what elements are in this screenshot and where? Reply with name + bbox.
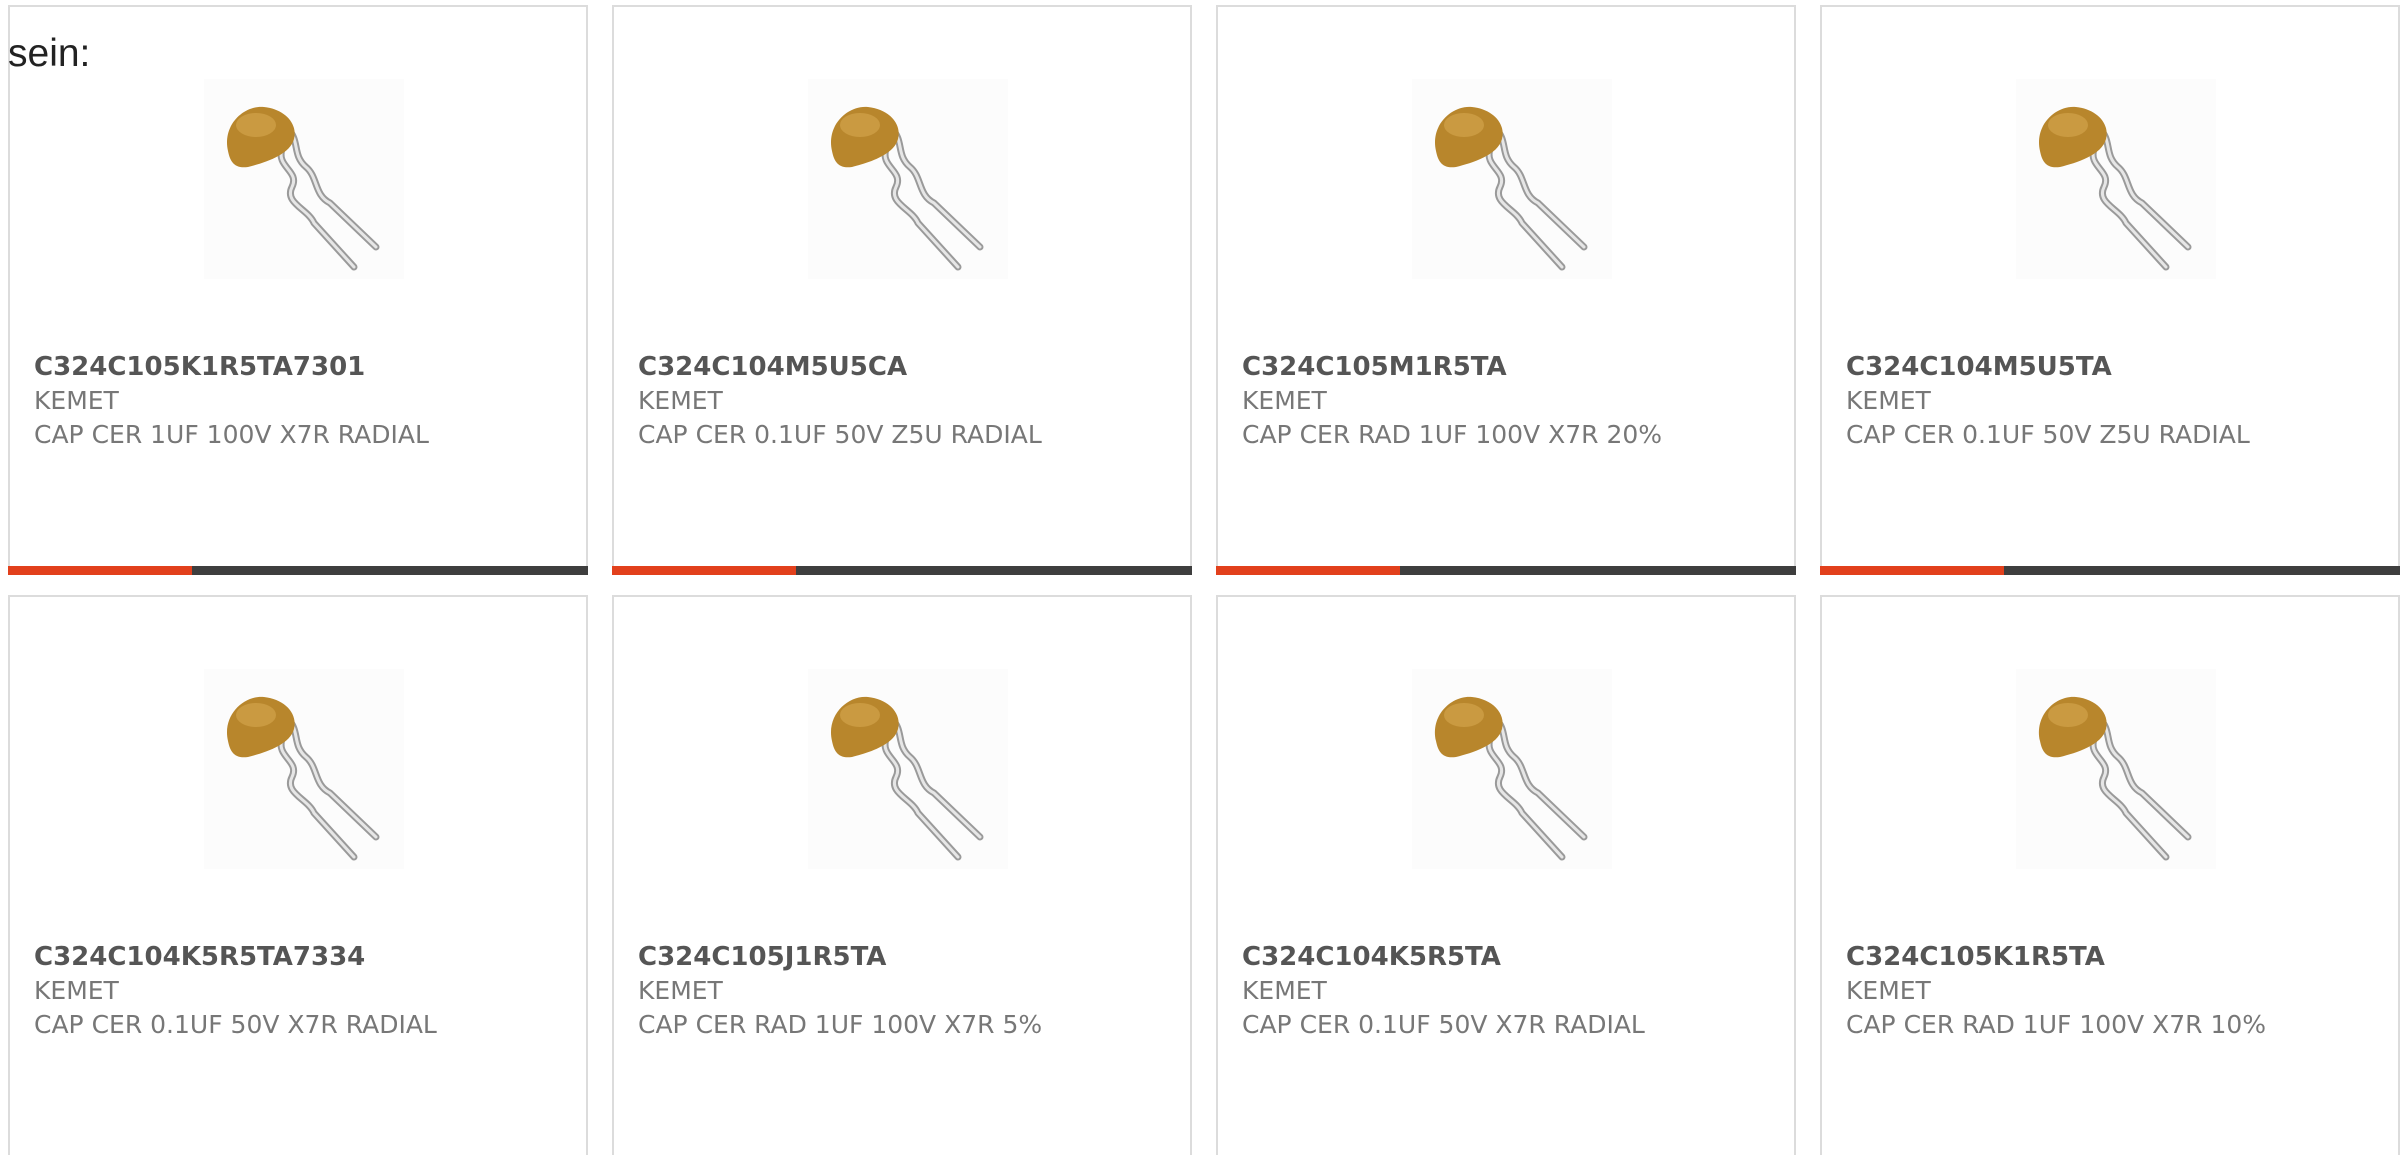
manufacturer: KEMET xyxy=(1846,976,1931,1005)
card-accent xyxy=(612,566,796,575)
product-description: CAP CER RAD 1UF 100V X7R 5% xyxy=(638,1010,1043,1039)
manufacturer: KEMET xyxy=(1242,386,1327,415)
part-number-link[interactable]: C324C104K5R5TA xyxy=(1242,940,1784,974)
capacitor-image[interactable] xyxy=(1412,79,1612,279)
radial-ceramic-capacitor-icon xyxy=(226,106,380,271)
part-number-link[interactable]: C324C105K1R5TA7301 xyxy=(34,350,576,384)
product-description: CAP CER 0.1UF 50V X7R RADIAL xyxy=(1242,1010,1645,1039)
manufacturer: KEMET xyxy=(34,976,119,1005)
product-card[interactable]: C324C104M5U5TA KEMET CAP CER 0.1UF 50V Z… xyxy=(1820,5,2400,575)
product-description: CAP CER RAD 1UF 100V X7R 20% xyxy=(1242,420,1663,449)
part-number-link[interactable]: C324C105M1R5TA xyxy=(1242,350,1784,384)
manufacturer: KEMET xyxy=(1846,386,1931,415)
product-description: CAP CER 0.1UF 50V Z5U RADIAL xyxy=(1846,420,2250,449)
card-bottom-bar xyxy=(612,566,1192,575)
product-card[interactable]: C324C105J1R5TA KEMET CAP CER RAD 1UF 100… xyxy=(612,595,1192,1155)
card-bottom-bar xyxy=(1820,566,2400,575)
part-number-link[interactable]: C324C105K1R5TA xyxy=(1846,940,2388,974)
part-number-link[interactable]: C324C104K5R5TA7334 xyxy=(34,940,576,974)
radial-ceramic-capacitor-icon xyxy=(226,696,380,861)
card-bottom-bar xyxy=(1216,566,1796,575)
card-bottom-bar xyxy=(8,566,588,575)
radial-ceramic-capacitor-icon xyxy=(1434,106,1588,271)
product-card[interactable]: C324C104M5U5CA KEMET CAP CER 0.1UF 50V Z… xyxy=(612,5,1192,575)
product-description: CAP CER 0.1UF 50V Z5U RADIAL xyxy=(638,420,1042,449)
part-number-link[interactable]: C324C105J1R5TA xyxy=(638,940,1180,974)
manufacturer: KEMET xyxy=(638,976,723,1005)
radial-ceramic-capacitor-icon xyxy=(830,696,984,861)
product-description: CAP CER 1UF 100V X7R RADIAL xyxy=(34,420,429,449)
card-accent xyxy=(1820,566,2004,575)
product-description: CAP CER RAD 1UF 100V X7R 10% xyxy=(1846,1010,2267,1039)
part-number-link[interactable]: C324C104M5U5CA xyxy=(638,350,1180,384)
product-card[interactable]: C324C104K5R5TA7334 KEMET CAP CER 0.1UF 5… xyxy=(8,595,588,1155)
manufacturer: KEMET xyxy=(1242,976,1327,1005)
radial-ceramic-capacitor-icon xyxy=(2038,696,2192,861)
radial-ceramic-capacitor-icon xyxy=(830,106,984,271)
radial-ceramic-capacitor-icon xyxy=(1434,696,1588,861)
manufacturer: KEMET xyxy=(34,386,119,415)
manufacturer: KEMET xyxy=(638,386,723,415)
product-card[interactable]: C324C105M1R5TA KEMET CAP CER RAD 1UF 100… xyxy=(1216,5,1796,575)
capacitor-image[interactable] xyxy=(2016,669,2216,869)
capacitor-image[interactable] xyxy=(2016,79,2216,279)
product-card[interactable]: C324C104K5R5TA KEMET CAP CER 0.1UF 50V X… xyxy=(1216,595,1796,1155)
product-description: CAP CER 0.1UF 50V X7R RADIAL xyxy=(34,1010,437,1039)
capacitor-image[interactable] xyxy=(204,669,404,869)
capacitor-image[interactable] xyxy=(808,669,1008,869)
radial-ceramic-capacitor-icon xyxy=(2038,106,2192,271)
card-accent xyxy=(1216,566,1400,575)
product-card[interactable]: C324C105K1R5TA7301 KEMET CAP CER 1UF 100… xyxy=(8,5,588,575)
capacitor-image[interactable] xyxy=(808,79,1008,279)
capacitor-image[interactable] xyxy=(204,79,404,279)
part-number-link[interactable]: C324C104M5U5TA xyxy=(1846,350,2388,384)
capacitor-image[interactable] xyxy=(1412,669,1612,869)
product-card[interactable]: C324C105K1R5TA KEMET CAP CER RAD 1UF 100… xyxy=(1820,595,2400,1155)
card-accent xyxy=(8,566,192,575)
section-heading: sein: xyxy=(8,32,91,75)
